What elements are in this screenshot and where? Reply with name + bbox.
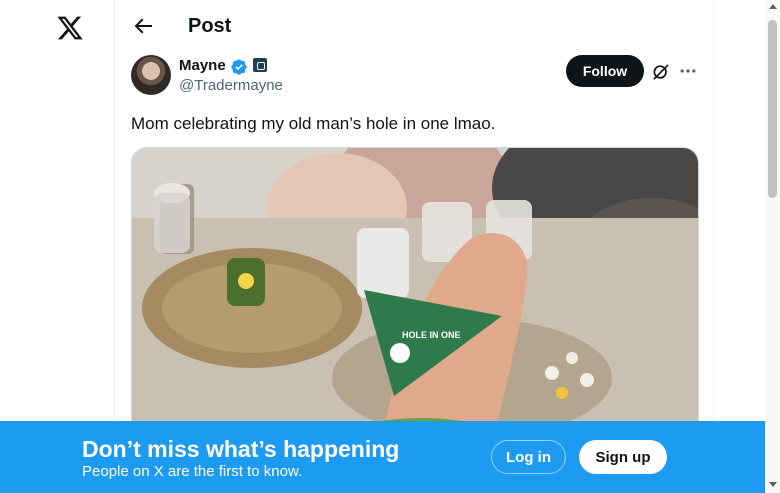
flag-text: HOLE IN ONE	[402, 330, 461, 340]
avatar[interactable]	[131, 55, 171, 95]
main-column: Post Mayne @Tradermayne Follow Mom celeb…	[114, 0, 714, 493]
login-button[interactable]: Log in	[491, 440, 566, 474]
left-nav	[0, 0, 114, 493]
verified-badge-icon	[231, 59, 247, 75]
follow-button[interactable]: Follow	[566, 55, 644, 87]
author-handle[interactable]: @Tradermayne	[179, 77, 283, 95]
scroll-up-icon[interactable]	[769, 4, 777, 9]
back-arrow-icon[interactable]	[131, 14, 155, 38]
banner-title: Don’t miss what’s happening	[82, 436, 400, 462]
page-scrollbar[interactable]	[765, 0, 780, 493]
banner-subtitle: People on X are the first to know.	[82, 463, 303, 480]
x-logo-icon[interactable]	[56, 14, 84, 42]
grok-icon[interactable]	[651, 62, 671, 82]
photo-illustration: HOLE IN ONE	[132, 148, 698, 448]
more-icon[interactable]	[678, 61, 698, 81]
author-name[interactable]: Mayne	[179, 57, 226, 75]
scrollbar-thumb[interactable]	[768, 20, 777, 198]
tweet-media[interactable]: HOLE IN ONE	[131, 147, 699, 449]
page-title: Post	[188, 15, 232, 37]
signup-button[interactable]: Sign up	[579, 440, 667, 474]
affiliate-badge-icon[interactable]	[253, 58, 267, 72]
tweet-text: Mom celebrating my old man’s hole in one…	[131, 114, 496, 133]
scroll-down-icon[interactable]	[769, 482, 777, 487]
signup-banner: Don’t miss what’s happening People on X …	[0, 421, 765, 493]
page-header: Post	[115, 0, 713, 53]
